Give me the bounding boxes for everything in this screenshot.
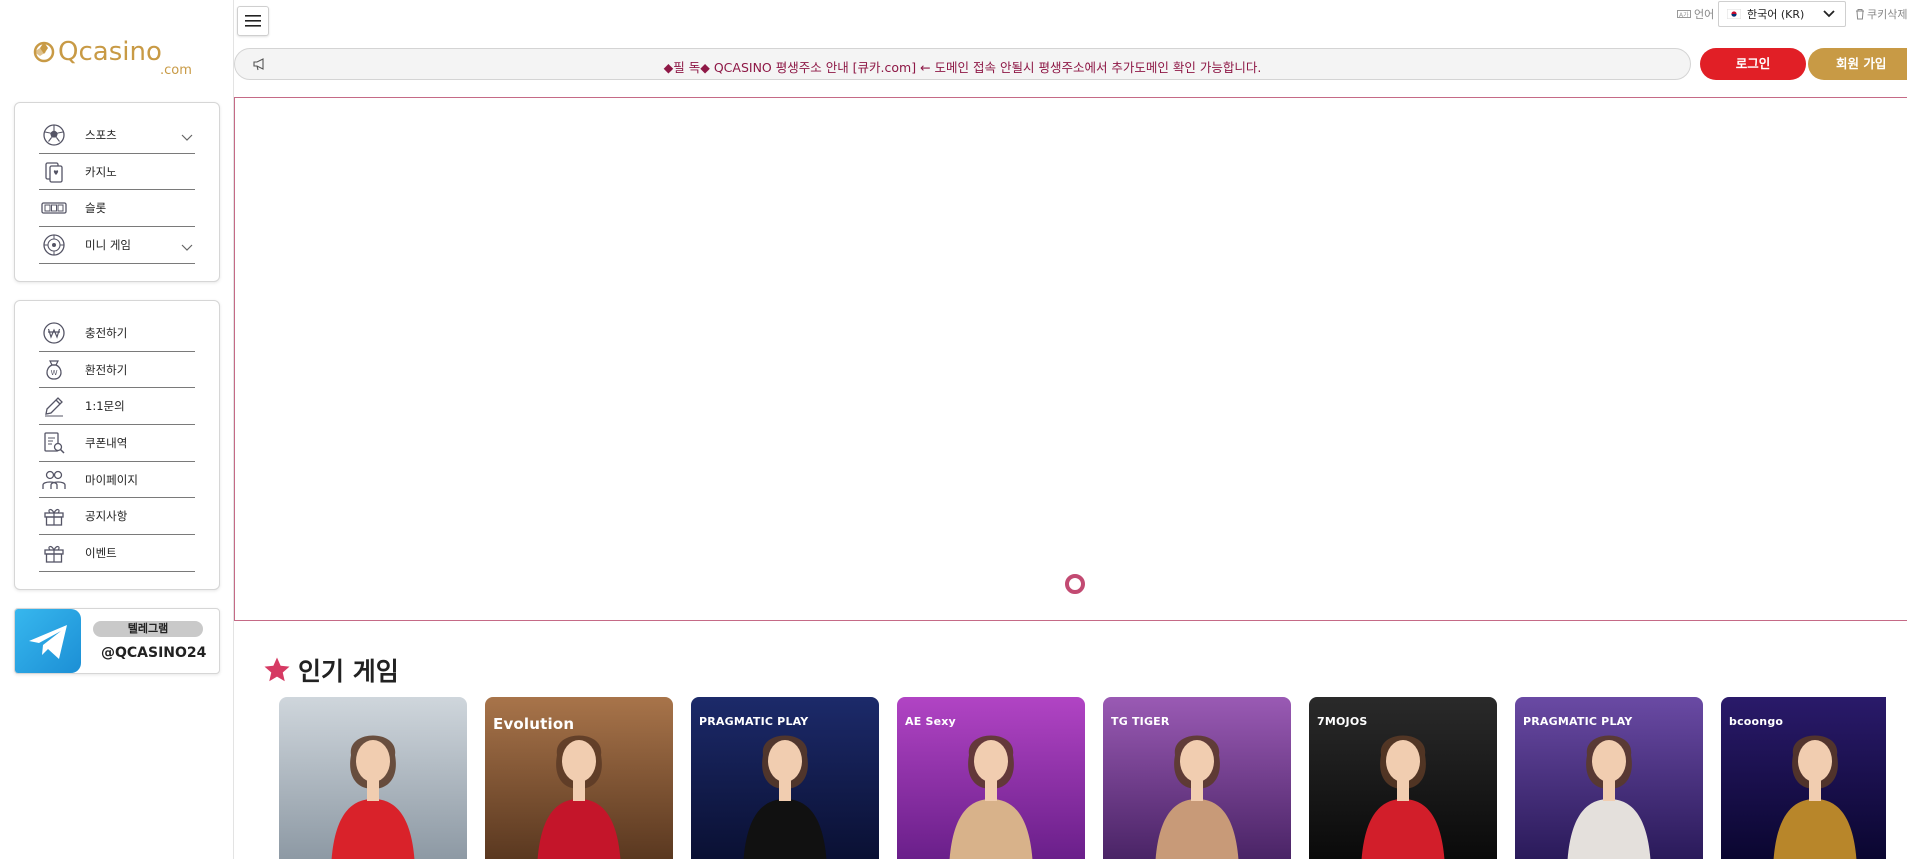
sidebar: Qcasino .com 스포츠카지노슬롯미니 게임 충전하기 W 환전하기 1:1문… bbox=[0, 0, 234, 859]
slot-machine-icon bbox=[41, 195, 67, 221]
game-provider-label: PRAGMATIC PLAY bbox=[699, 715, 809, 728]
game-menu-item-label: 슬롯 bbox=[85, 201, 107, 216]
game-artwork bbox=[1353, 719, 1453, 859]
language-label-text: 언어 bbox=[1694, 8, 1715, 21]
menu-toggle-button[interactable] bbox=[237, 6, 269, 36]
game-menu-item-3[interactable]: 미니 게임 bbox=[39, 227, 195, 264]
account-menu-item-label: 마이페이지 bbox=[85, 472, 138, 487]
language-select[interactable]: 한국어 (KR) bbox=[1718, 1, 1846, 27]
game-provider-label: TG TIGER bbox=[1111, 715, 1170, 728]
game-tile[interactable]: bcoongo bbox=[1721, 697, 1886, 859]
game-artwork bbox=[529, 719, 629, 859]
game-artwork bbox=[735, 719, 835, 859]
account-menu-item-6[interactable]: 이벤트 bbox=[39, 535, 195, 572]
account-menu-item-label: 1:1문의 bbox=[85, 399, 125, 414]
logo-sub: .com bbox=[160, 63, 192, 78]
game-provider-label: PRAGMATIC PLAY bbox=[1523, 715, 1633, 728]
popular-games-list: Evolution PRAGMATIC PLAY AE Sexy TG TIGER 7M… bbox=[279, 697, 1886, 859]
logo-text: Qcasino bbox=[58, 37, 162, 67]
telegram-handle: @QCASINO24 bbox=[101, 645, 207, 661]
chevron-down-icon bbox=[181, 129, 193, 141]
login-button[interactable]: 로그인 bbox=[1700, 48, 1806, 80]
game-tile[interactable]: PRAGMATIC PLAY bbox=[1515, 697, 1703, 859]
notice-text: ◆필 독◆ QCASINO 평생주소 안내 [큐카.com] ← 도메인 접속 … bbox=[663, 60, 1262, 75]
game-menu-item-label: 미니 게임 bbox=[85, 237, 131, 252]
game-tile[interactable]: TG TIGER bbox=[1103, 697, 1291, 859]
game-menu-item-1[interactable]: 카지노 bbox=[39, 154, 195, 191]
game-provider-label: 7MOJOS bbox=[1317, 715, 1368, 728]
logo[interactable]: Qcasino .com bbox=[30, 26, 205, 82]
telegram-icon bbox=[15, 609, 81, 673]
users-icon bbox=[41, 467, 67, 493]
trash-icon bbox=[1856, 9, 1864, 20]
game-tile[interactable]: PRAGMATIC PLAY bbox=[691, 697, 879, 859]
game-artwork bbox=[941, 719, 1041, 859]
gift-icon bbox=[41, 503, 67, 529]
account-menu-item-4[interactable]: 마이페이지 bbox=[39, 462, 195, 499]
game-artwork bbox=[1765, 719, 1865, 859]
account-menu: 충전하기 W 환전하기 1:1문의쿠폰내역마이페이지공지사항이벤트 bbox=[14, 300, 220, 590]
account-menu-item-2[interactable]: 1:1문의 bbox=[39, 388, 195, 426]
carousel-dot[interactable] bbox=[1065, 574, 1085, 594]
game-menu-item-2[interactable]: 슬롯 bbox=[39, 190, 195, 228]
svg-text:W: W bbox=[51, 369, 58, 377]
notice-bar: ◆필 독◆ QCASINO 평생주소 안내 [큐카.com] ← 도메인 접속 … bbox=[234, 48, 1691, 80]
game-artwork bbox=[1147, 719, 1247, 859]
game-tile[interactable]: AE Sexy bbox=[897, 697, 1085, 859]
chevron-down-icon bbox=[181, 239, 193, 251]
game-menu-item-label: 카지노 bbox=[85, 164, 117, 179]
svg-text:A가: A가 bbox=[1679, 11, 1689, 19]
game-artwork bbox=[1559, 719, 1659, 859]
chevron-down-icon bbox=[1823, 10, 1835, 18]
game-tile[interactable]: Evolution bbox=[485, 697, 673, 859]
account-menu-item-0[interactable]: 충전하기 bbox=[39, 315, 195, 352]
star-icon bbox=[264, 657, 290, 682]
gift-icon bbox=[41, 540, 67, 566]
game-menu: 스포츠카지노슬롯미니 게임 bbox=[14, 102, 220, 282]
account-menu-item-label: 쿠폰내역 bbox=[85, 435, 128, 450]
cookie-delete-button[interactable]: 쿠키삭제 bbox=[1855, 6, 1907, 22]
pencil-icon bbox=[41, 393, 67, 419]
document-search-icon bbox=[41, 430, 67, 456]
account-menu-item-5[interactable]: 공지사항 bbox=[39, 498, 195, 536]
account-menu-item-label: 이벤트 bbox=[85, 545, 117, 560]
account-menu-item-1[interactable]: W 환전하기 bbox=[39, 352, 195, 389]
money-bag-icon: W bbox=[41, 357, 67, 383]
language-selected: 한국어 (KR) bbox=[1747, 8, 1805, 21]
account-menu-item-label: 공지사항 bbox=[85, 509, 128, 524]
roulette-icon bbox=[41, 232, 67, 258]
account-menu-item-3[interactable]: 쿠폰내역 bbox=[39, 425, 195, 462]
game-tile[interactable] bbox=[279, 697, 467, 859]
game-tile[interactable]: 7MOJOS bbox=[1309, 697, 1497, 859]
popular-games-heading: 인기 게임 bbox=[262, 652, 399, 688]
game-provider-label: bcoongo bbox=[1729, 715, 1784, 728]
game-menu-item-0[interactable]: 스포츠 bbox=[39, 117, 195, 154]
telegram-badge: 텔레그램 bbox=[93, 621, 203, 637]
game-provider-label: AE Sexy bbox=[905, 715, 956, 728]
account-menu-item-label: 충전하기 bbox=[85, 325, 128, 340]
won-coin-icon bbox=[41, 320, 67, 346]
game-menu-item-label: 스포츠 bbox=[85, 127, 117, 142]
popular-games-title: 인기 게임 bbox=[298, 657, 399, 686]
game-provider-label: Evolution bbox=[493, 715, 575, 733]
hamburger-icon bbox=[245, 15, 261, 27]
language-label: A가 언어 bbox=[1677, 6, 1714, 22]
language-icon: A가 bbox=[1677, 10, 1691, 19]
playing-cards-icon bbox=[41, 159, 67, 185]
cookie-delete-label: 쿠키삭제 bbox=[1867, 8, 1907, 21]
korea-flag-icon bbox=[1726, 8, 1742, 20]
telegram-card[interactable]: 텔레그램 @QCASINO24 bbox=[14, 608, 220, 674]
soccer-ball-icon bbox=[41, 122, 67, 148]
main-banner bbox=[234, 97, 1907, 621]
account-menu-item-label: 환전하기 bbox=[85, 362, 128, 377]
game-artwork bbox=[323, 719, 423, 859]
signup-button[interactable]: 회원 가입 bbox=[1808, 48, 1907, 80]
